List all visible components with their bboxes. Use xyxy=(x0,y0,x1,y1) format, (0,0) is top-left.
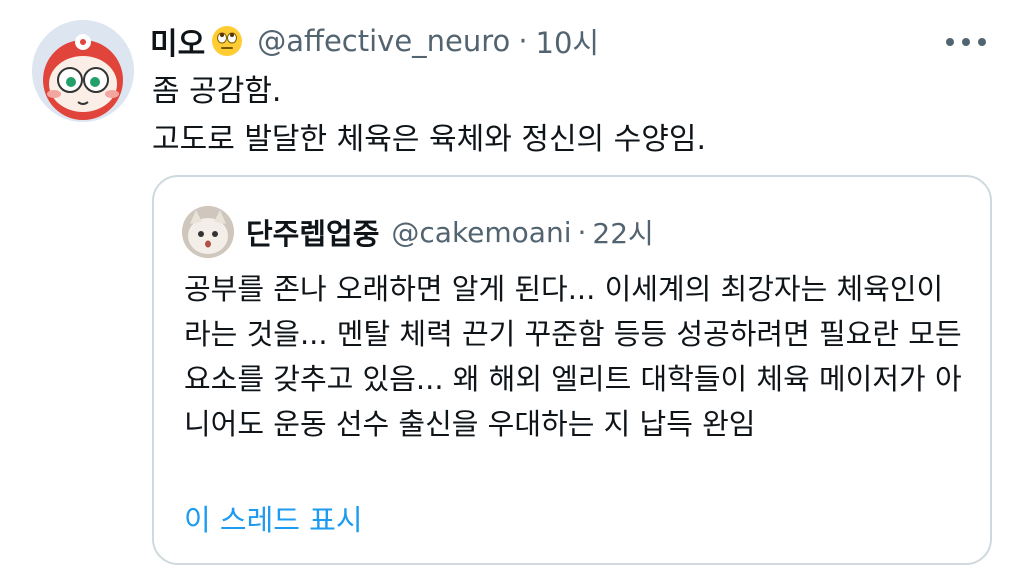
tweet-text-line: 좀 공감함. xyxy=(152,74,282,109)
show-thread-link[interactable]: 이 스레드 표시 xyxy=(184,497,363,539)
tweet-header: 미오 @affective_neuro · 10시 xyxy=(150,20,599,62)
author-name[interactable]: 미오 xyxy=(150,19,205,63)
quoted-tweet-text: 공부를 존나 오래하면 알게 된다... 이세계의 최강자는 체육인이라는 것을… xyxy=(184,272,962,441)
face-with-rolling-eyes-icon xyxy=(211,25,243,57)
quoted-tweet-header: 단주렙업중 @cakemoani · 22시 xyxy=(182,206,654,258)
tweet-timestamp[interactable]: 10시 xyxy=(536,20,600,62)
author-handle[interactable]: @affective_neuro xyxy=(257,24,510,58)
separator-dot: · xyxy=(518,24,528,58)
tweet-text: 좀 공감함. 고도로 발달한 체육은 육체와 정신의 수양임. xyxy=(152,68,972,164)
quoted-tweet[interactable]: 단주렙업중 @cakemoani · 22시 공부를 존나 오래하면 알게 된다… xyxy=(152,175,992,565)
quoted-author-name[interactable]: 단주렙업중 xyxy=(246,211,379,253)
author-avatar[interactable] xyxy=(32,20,134,122)
quoted-author-avatar[interactable] xyxy=(182,206,234,258)
more-options-icon[interactable] xyxy=(946,30,986,54)
quoted-author-handle[interactable]: @cakemoani xyxy=(391,216,571,249)
tweet: 미오 @affective_neuro · 10시 좀 공감함. 고도로 발달한… xyxy=(0,0,1024,576)
tweet-text-line: 고도로 발달한 체육은 육체와 정신의 수양임. xyxy=(152,122,707,157)
separator-dot: · xyxy=(577,215,587,249)
quoted-tweet-timestamp[interactable]: 22시 xyxy=(592,212,653,252)
